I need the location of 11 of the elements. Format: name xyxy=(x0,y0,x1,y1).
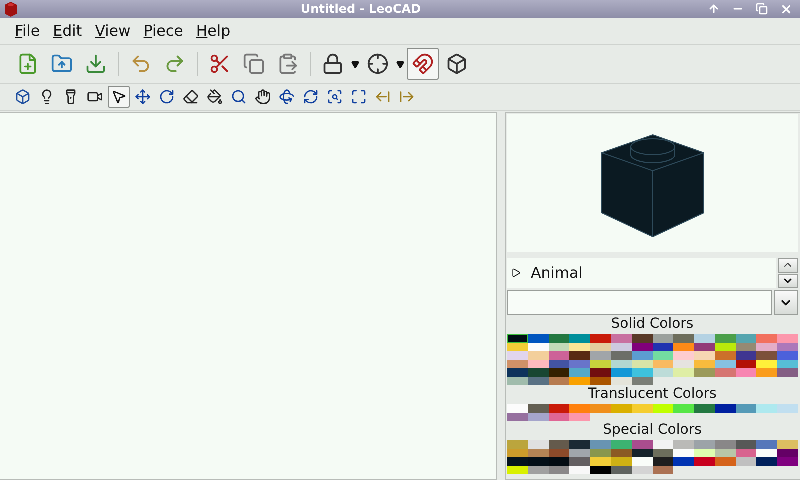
menu-item[interactable]: File xyxy=(10,20,46,42)
category-item[interactable]: Animal xyxy=(507,264,583,282)
menu-item[interactable]: Edit xyxy=(48,20,88,42)
menu-item[interactable]: Piece xyxy=(138,20,188,42)
color-group-title: Solid Colors xyxy=(610,317,695,332)
window-title: Untitled - LeoCAD xyxy=(300,2,422,16)
color-group-title: Translucent Colors xyxy=(587,387,718,402)
color-group-title: Special Colors xyxy=(602,423,703,438)
menu-item[interactable]: View xyxy=(90,20,136,42)
category-label: Animal xyxy=(531,264,583,282)
menu-item[interactable]: Help xyxy=(191,20,236,42)
